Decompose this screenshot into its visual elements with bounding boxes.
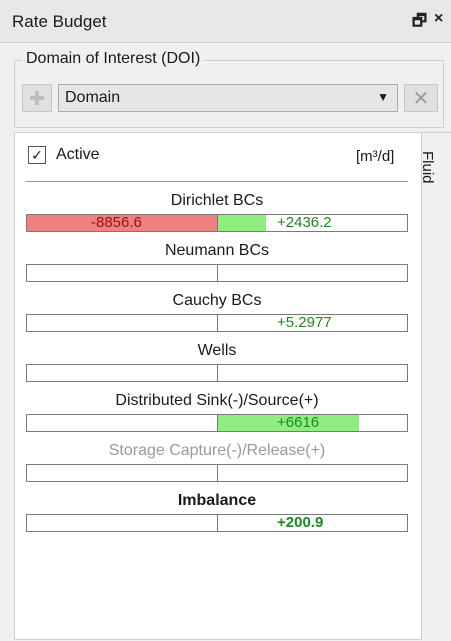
bar-cauchy: +5.2977 <box>26 314 408 332</box>
bar-storage <box>26 464 408 482</box>
tab-fluid[interactable]: Fluid <box>419 132 451 641</box>
clear-domain-button[interactable]: ✕ <box>404 84 438 112</box>
bar-positive-value: +200.9 <box>277 514 324 531</box>
row-label-storage: Storage Capture(-)/Release(+) <box>108 442 326 459</box>
bar-center-line <box>217 414 218 432</box>
bar-center-line <box>217 214 218 232</box>
bar-negative-value: -8856.6 <box>91 214 142 231</box>
domain-select-value: Domain <box>65 89 121 106</box>
float-icon[interactable]: 🗗 <box>412 10 427 37</box>
bar-center-line <box>217 464 218 482</box>
domain-select[interactable]: Domain ▼ <box>58 84 398 112</box>
bar-positive-fill <box>218 215 266 231</box>
window-title: Rate Budget <box>12 12 107 31</box>
row-label-dirichlet: Dirichlet BCs <box>170 192 264 209</box>
bar-dirichlet: -8856.6 +2436.2 <box>26 214 408 232</box>
bar-positive-value: +6616 <box>277 414 320 431</box>
divider <box>26 181 408 182</box>
plus-icon <box>30 91 44 105</box>
row-label-neumann: Neumann BCs <box>164 242 270 259</box>
bar-distributed: +6616 <box>26 414 408 432</box>
domain-tool-icon[interactable] <box>22 84 52 112</box>
bar-imbalance: +200.9 <box>26 514 408 532</box>
tab-fluid-label: Fluid <box>419 151 436 184</box>
title-bar: Rate Budget 🗗 × <box>0 0 451 43</box>
bar-center-line <box>217 314 218 332</box>
chevron-down-icon: ▼ <box>377 90 389 104</box>
bar-center-line <box>217 364 218 382</box>
doi-label: Domain of Interest (DOI) <box>22 50 205 68</box>
bar-center-line <box>217 264 218 282</box>
row-label-wells: Wells <box>197 342 237 359</box>
bar-positive-value: +5.2977 <box>277 314 332 331</box>
bar-neumann <box>26 264 408 282</box>
close-icon[interactable]: × <box>434 10 443 28</box>
bar-positive-value: +2436.2 <box>277 214 332 231</box>
row-label-imbalance: Imbalance <box>177 492 257 509</box>
unit-label: [m³/d] <box>356 148 395 165</box>
bar-wells <box>26 364 408 382</box>
row-label-distributed: Distributed Sink(-)/Source(+) <box>115 392 319 409</box>
active-checkbox[interactable]: ✓ <box>28 146 46 164</box>
active-label: Active <box>56 146 100 163</box>
row-label-cauchy: Cauchy BCs <box>172 292 262 309</box>
bar-center-line <box>217 514 218 532</box>
